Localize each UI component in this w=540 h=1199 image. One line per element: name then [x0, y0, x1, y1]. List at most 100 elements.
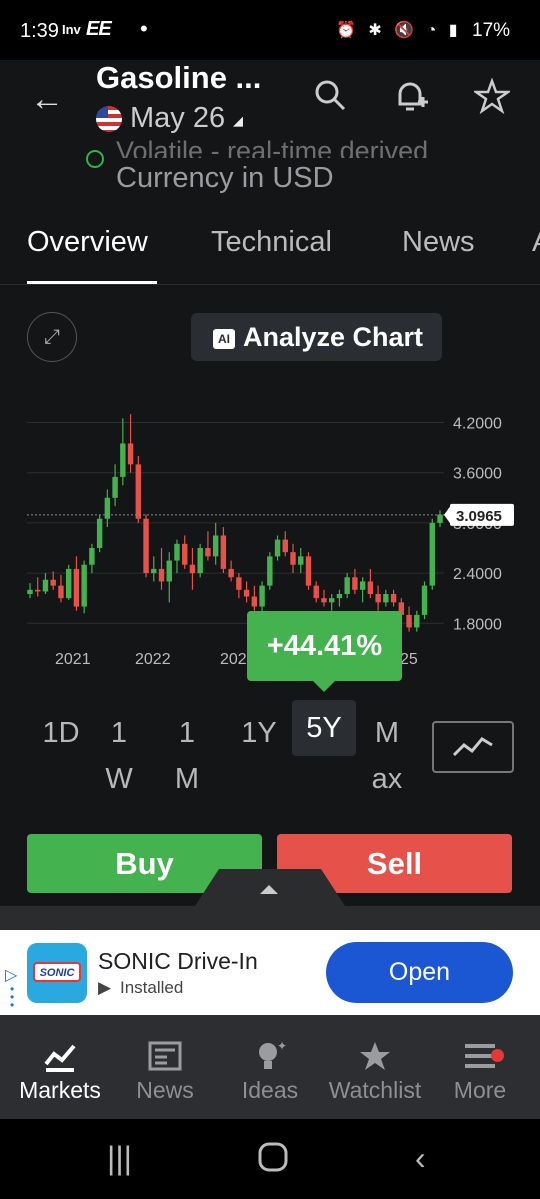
range-1d[interactable]: 1D: [38, 710, 84, 756]
bottom-drawer: [0, 906, 540, 930]
status-time: 1:39: [20, 20, 59, 42]
candle-body: [127, 443, 134, 465]
range-1w[interactable]: 1W: [98, 710, 140, 802]
star-icon[interactable]: [472, 77, 512, 123]
chevron-up-icon[interactable]: [260, 885, 278, 894]
clock-icon: [86, 150, 104, 168]
y-tick-label: 2.4000: [453, 566, 502, 583]
candle-body: [243, 589, 250, 597]
candle-body: [328, 598, 335, 603]
system-status-icons: ⏰ ✱ 🔇 ◔ ▮: [336, 22, 462, 39]
candle-body: [313, 585, 319, 599]
tab-overflow[interactable]: A: [532, 226, 540, 259]
status-bar: 1:39 Inv EE • ⏰ ✱ 🔇 ◔ ▮ 17%: [0, 0, 540, 60]
tab-divider: [0, 284, 540, 285]
analyze-chart-label: Analyze Chart: [243, 322, 424, 352]
candle-body: [220, 535, 227, 569]
back-arrow-icon[interactable]: ←: [30, 80, 64, 119]
range-5y[interactable]: 5Y: [292, 700, 356, 756]
change-percent-tooltip: +44.41%: [247, 611, 402, 692]
candle-body: [50, 579, 56, 586]
candle-body: [359, 581, 366, 590]
candle-body: [236, 577, 242, 590]
candle-body: [421, 585, 428, 615]
candle-body: [189, 564, 196, 574]
instrument-title: Gasoline ...: [96, 60, 262, 95]
add-alert-icon[interactable]: [392, 78, 428, 123]
x-tick-label: 2022: [135, 651, 171, 668]
nav-label-markets[interactable]: Markets: [5, 1077, 115, 1104]
candle-body: [205, 548, 211, 557]
home-icon[interactable]: [258, 1142, 288, 1180]
x-tick-label: 25: [400, 651, 418, 668]
candle-body: [135, 464, 142, 519]
data-info-line: Volatile - real-time derived: [116, 136, 429, 158]
candle-body: [259, 585, 265, 607]
expand-chart-icon[interactable]: ⤢: [27, 312, 77, 362]
watchlist-icon[interactable]: [325, 1040, 425, 1080]
tab-news[interactable]: News: [402, 226, 475, 259]
battery-percent: 17%: [472, 20, 511, 41]
candle-body: [58, 585, 64, 599]
candle-body: [290, 552, 296, 565]
candle-body: [212, 535, 219, 557]
more-icon[interactable]: [430, 1040, 530, 1080]
nav-label-ideas[interactable]: Ideas: [215, 1077, 325, 1104]
candle-body: [305, 556, 312, 586]
candle-body: [336, 594, 343, 599]
candle-body: [414, 614, 420, 628]
currency-info: Currency in USD: [116, 162, 334, 194]
candle-body: [298, 556, 304, 565]
ad-title: SONIC Drive-In: [98, 948, 258, 974]
svg-text:✦: ✦: [277, 1040, 287, 1053]
us-flag-icon: [96, 106, 122, 132]
notification-dot: •: [140, 16, 148, 41]
candle-body: [352, 577, 358, 590]
candle-body: [375, 594, 381, 603]
candle-body: [429, 522, 435, 586]
candle-body: [406, 614, 412, 628]
candle-body: [367, 581, 374, 594]
range-1m[interactable]: 1M: [166, 710, 208, 802]
search-icon[interactable]: [313, 78, 347, 121]
recents-icon[interactable]: |||: [107, 1140, 132, 1177]
candle-body: [282, 539, 288, 553]
news-icon[interactable]: [115, 1040, 215, 1080]
y-tick-label: 4.2000: [453, 416, 502, 433]
chart-type-toggle[interactable]: [432, 721, 514, 773]
candle-body: [267, 556, 273, 586]
candle-body: [251, 596, 258, 607]
sonic-logo-text: SONIC: [33, 962, 81, 982]
nav-label-more[interactable]: More: [425, 1077, 535, 1104]
candle-body: [166, 560, 172, 582]
candle-body: [151, 568, 157, 574]
play-store-icon: ▶: [98, 978, 112, 997]
candle-body: [182, 543, 188, 565]
tab-technical[interactable]: Technical: [211, 226, 332, 259]
nav-label-news[interactable]: News: [110, 1077, 220, 1104]
candle-body: [27, 589, 33, 594]
range-max[interactable]: Max: [364, 710, 410, 802]
range-1y[interactable]: 1Y: [236, 710, 282, 756]
ad-menu-icon[interactable]: • • •: [10, 983, 14, 1011]
analyze-chart-button[interactable]: AI Analyze Chart: [191, 313, 442, 361]
candle-body: [174, 543, 180, 561]
y-tick-label: 3.6000: [453, 466, 502, 483]
candle-body: [96, 518, 103, 548]
candle-body: [73, 568, 80, 607]
tab-overview[interactable]: Overview: [27, 226, 148, 259]
back-nav-icon[interactable]: ‹: [415, 1140, 426, 1177]
candle-body: [197, 548, 203, 574]
ideas-icon[interactable]: ✦: [220, 1039, 320, 1080]
contract-month[interactable]: May 26: [130, 102, 225, 135]
ad-open-button[interactable]: Open: [326, 942, 513, 1003]
candle-body: [42, 579, 49, 592]
nav-label-watchlist[interactable]: Watchlist: [320, 1077, 430, 1104]
candle-body: [65, 568, 72, 599]
candle-body: [120, 443, 126, 477]
markets-icon[interactable]: [10, 1040, 110, 1080]
candle-body: [158, 568, 165, 582]
dropdown-caret-icon[interactable]: ◢: [233, 113, 243, 129]
candle-body: [112, 476, 118, 498]
candle-body: [104, 497, 111, 519]
